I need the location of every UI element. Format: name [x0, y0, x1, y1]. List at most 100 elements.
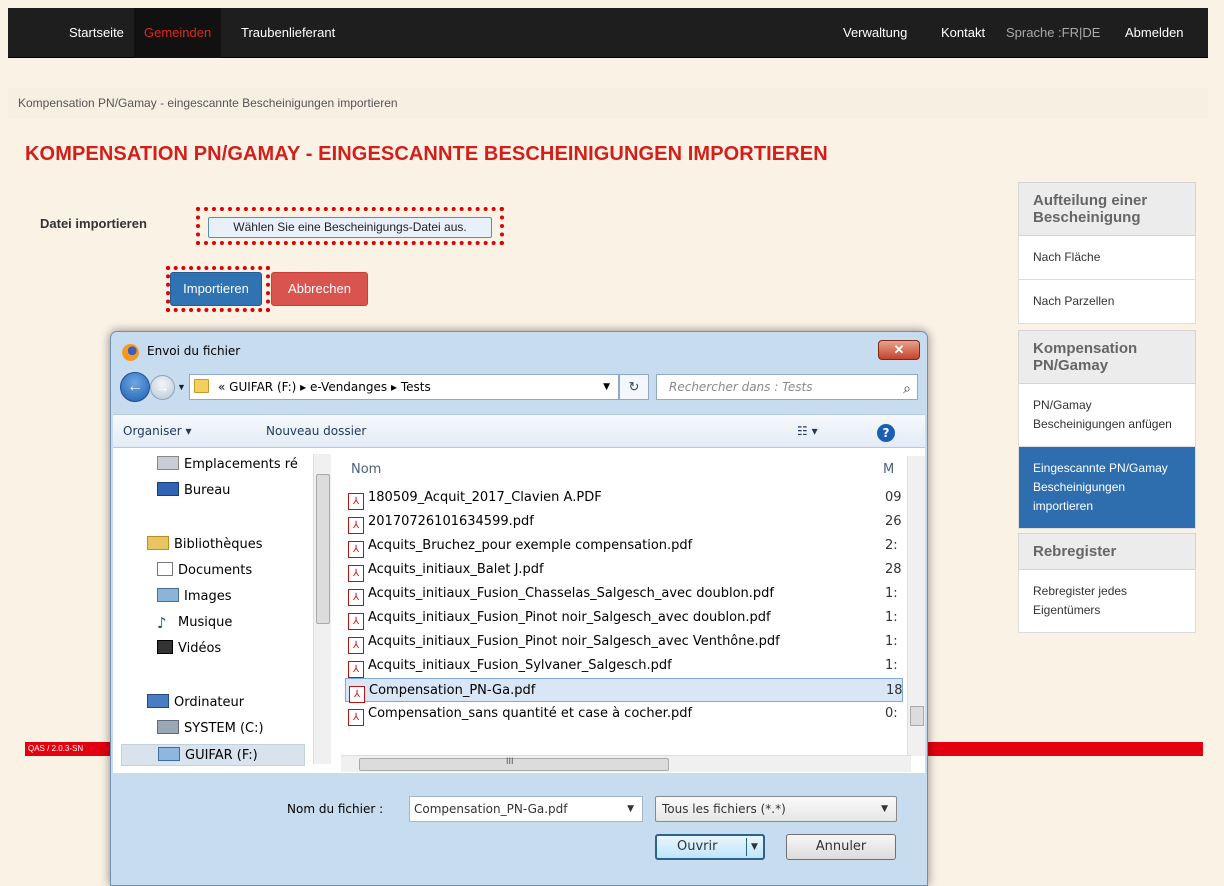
chevron-down-icon[interactable]: ▼	[881, 797, 888, 821]
tree-item[interactable]: Bureau	[157, 480, 230, 502]
search-icon[interactable]: ⌕	[903, 377, 911, 401]
desktop-icon	[157, 482, 179, 496]
sidebar-item-importieren[interactable]: Eingescannte PN/Gamay Bescheinigungen im…	[1018, 447, 1196, 529]
sidebar: Aufteilung einer Bescheinigung Nach Fläc…	[1018, 182, 1196, 633]
file-row[interactable]: ⅄ 20170726101634599.pdf 26	[345, 510, 903, 534]
nav-abmelden[interactable]: Abmelden	[1125, 8, 1184, 58]
tree-item[interactable]: Emplacements ré	[157, 454, 298, 476]
dialog-title: Envoi du fichier	[147, 344, 241, 358]
breadcrumb: Kompensation PN/Gamay - eingescannte Bes…	[8, 88, 1208, 118]
address-part: «	[218, 380, 226, 394]
back-arrow-icon[interactable]: ←	[120, 372, 150, 402]
column-modified[interactable]: M	[883, 462, 894, 477]
tree-item[interactable]: ♪ Musique	[157, 612, 232, 634]
page-title: KOMPENSATION PN/GAMAY - EINGESCANNTE BES…	[25, 143, 828, 165]
drive-icon	[157, 720, 179, 734]
refresh-icon[interactable]: ↻	[619, 374, 649, 400]
tree-item-selected[interactable]: GUIFAR (F:)	[121, 744, 305, 766]
file-upload-dialog: Envoi du fichier ✕ ← → ▼ « GUIFAR (F:) ▸…	[110, 331, 928, 886]
file-list: Nom M ⅄ 180509_Acquit_2017_Clavien A.PDF 0…	[341, 448, 925, 773]
sidebar-item-rebregister[interactable]: Rebregister jedes Eigentümers	[1018, 570, 1196, 633]
new-folder-button[interactable]: Nouveau dossier	[266, 424, 366, 438]
filetype-select[interactable]: Tous les fichiers (*.*) ▼	[655, 796, 897, 822]
chevron-down-icon[interactable]: ▼	[627, 797, 634, 821]
file-row[interactable]: ⅄ Acquits_initiaux_Fusion_Pinot noir_Salg…	[345, 606, 903, 630]
sidebar-heading-aufteilung: Aufteilung einer Bescheinigung	[1018, 182, 1196, 236]
file-list-scrollbar[interactable]	[907, 456, 925, 756]
file-row[interactable]: ⅄ Acquits_initiaux_Fusion_Chasselas_Salge…	[345, 582, 903, 606]
pdf-icon: ⅄	[348, 541, 364, 558]
pdf-icon: ⅄	[348, 661, 364, 678]
file-row[interactable]: ⅄ Acquits_initiaux_Balet J.pdf 28	[345, 558, 903, 582]
images-icon	[157, 588, 179, 602]
version-text: QAS / 2.0.3-SN	[28, 744, 84, 753]
address-part[interactable]: Tests	[401, 380, 431, 394]
browser-pane: Emplacements ré Bureau Bibliothèques Doc…	[113, 448, 925, 773]
folder-icon	[194, 379, 209, 393]
pdf-icon: ⅄	[348, 613, 364, 630]
pdf-icon: ⅄	[348, 589, 364, 606]
tree-item[interactable]: Documents	[157, 560, 252, 582]
horizontal-scroll-thumb[interactable]: III	[359, 756, 669, 771]
nav-startseite[interactable]: Startseite	[69, 8, 124, 58]
view-options-icon[interactable]: ☷ ▾	[797, 424, 818, 438]
dialog-toolbar: Organiser ▾ Nouveau dossier ☷ ▾ ?	[113, 414, 925, 448]
close-icon[interactable]: ✕	[878, 340, 920, 360]
address-part[interactable]: GUIFAR (F:)	[229, 380, 296, 394]
address-part[interactable]: e-Vendanges	[310, 380, 387, 394]
file-row[interactable]: ⅄ Acquits_initiaux_Fusion_Pinot noir_Salg…	[345, 630, 903, 654]
tree-item[interactable]: SYSTEM (C:)	[157, 718, 264, 740]
recent-pages-dropdown-icon[interactable]: ▼	[177, 382, 186, 392]
pdf-icon: ⅄	[348, 517, 364, 534]
tree-scrollbar[interactable]	[313, 454, 331, 764]
filename-input[interactable]: Compensation_PN-Ga.pdf ▼	[409, 796, 643, 822]
dialog-cancel-button[interactable]: Annuler	[786, 834, 896, 860]
column-header: Nom M	[341, 456, 901, 482]
help-icon[interactable]: ?	[877, 424, 895, 442]
organize-menu[interactable]: Organiser ▾	[123, 424, 191, 438]
tree-item[interactable]: Images	[157, 586, 232, 608]
music-icon: ♪	[157, 614, 167, 632]
network-drive-icon	[158, 747, 180, 761]
forward-arrow-icon[interactable]: →	[150, 375, 175, 400]
file-row[interactable]: ⅄ Compensation_sans quantité et case à co…	[345, 702, 903, 726]
address-dropdown-icon[interactable]: ▼	[603, 375, 610, 399]
nav-verwaltung[interactable]: Verwaltung	[843, 8, 907, 58]
file-row[interactable]: ⅄ Acquits_Bruchez_pour exemple compensati…	[345, 534, 903, 558]
sidebar-item-anfuegen[interactable]: PN/Gamay Bescheinigungen anfügen	[1018, 384, 1196, 447]
tree-item[interactable]: Bibliothèques	[147, 534, 263, 556]
file-row-selected[interactable]: ⅄ Compensation_PN-Ga.pdf 18	[345, 678, 903, 703]
nav-gemeinden[interactable]: Gemeinden	[134, 8, 222, 58]
sidebar-heading-rebregister: Rebregister	[1018, 533, 1196, 570]
tree-scroll-thumb[interactable]	[316, 474, 330, 624]
choose-file-button[interactable]: Wählen Sie eine Bescheinigungs-Datei aus…	[208, 217, 492, 238]
file-import-label: Datei importieren	[40, 216, 147, 231]
computer-icon	[147, 694, 169, 708]
pdf-icon: ⅄	[348, 709, 364, 726]
file-row[interactable]: ⅄ 180509_Acquit_2017_Clavien A.PDF 09	[345, 486, 903, 510]
open-options-dropdown-icon[interactable]: ▼	[751, 836, 758, 858]
file-list-scroll-thumb[interactable]	[910, 706, 924, 726]
language-switch[interactable]: Sprache :FR|DE	[1006, 8, 1100, 58]
video-icon	[157, 640, 173, 654]
sidebar-item-nach-parzellen[interactable]: Nach Parzellen	[1018, 280, 1196, 324]
pdf-icon: ⅄	[348, 493, 364, 510]
pdf-icon: ⅄	[348, 565, 364, 582]
nav-traubenlieferant[interactable]: Traubenlieferant	[241, 8, 335, 58]
top-navbar: Startseite Gemeinden Traubenlieferant Ve…	[8, 8, 1208, 58]
cancel-button[interactable]: Abbrechen	[271, 272, 368, 306]
firefox-icon	[122, 344, 139, 361]
search-input[interactable]: Rechercher dans : Tests ⌕	[656, 374, 918, 400]
sidebar-item-nach-flaeche[interactable]: Nach Fläche	[1018, 236, 1196, 280]
nav-kontakt[interactable]: Kontakt	[941, 8, 985, 58]
open-button[interactable]: Ouvrir ▼	[655, 834, 765, 860]
horizontal-scrollbar[interactable]: III	[341, 755, 911, 772]
file-row[interactable]: ⅄ Acquits_initiaux_Fusion_Sylvaner_Salges…	[345, 654, 903, 678]
address-bar[interactable]: « GUIFAR (F:) ▸ e-Vendanges ▸ Tests ▼	[189, 374, 619, 400]
tree-item[interactable]: Ordinateur	[147, 692, 244, 714]
tree-item[interactable]: Vidéos	[157, 638, 221, 660]
places-icon	[157, 456, 179, 470]
import-button[interactable]: Importieren	[170, 272, 262, 306]
pdf-icon: ⅄	[348, 637, 364, 654]
column-name[interactable]: Nom	[351, 462, 381, 477]
